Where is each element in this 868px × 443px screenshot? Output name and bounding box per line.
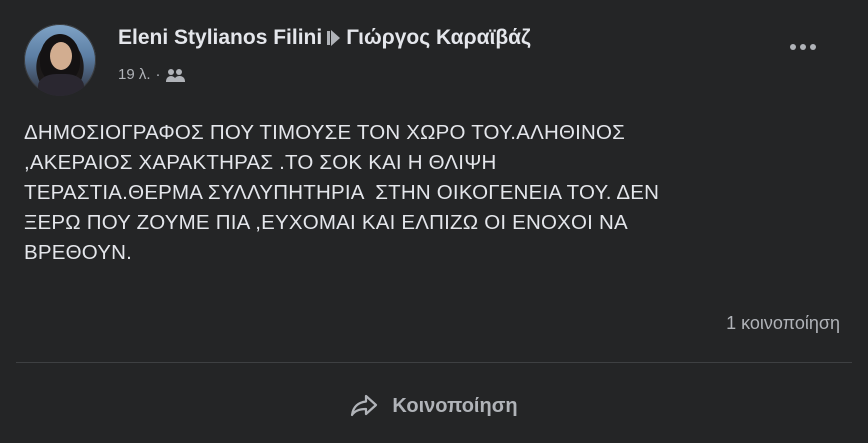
post-header: Eleni Stylianos Filini Γιώργος Καραϊβάζ xyxy=(118,26,531,50)
friends-icon[interactable] xyxy=(165,68,186,82)
post-text-line: ΤΕΡΑΣΤΙΑ.ΘΕΡΜΑ ΣΥΛΛΥΠΗΤΗΡΙΑ ΣΤΗΝ ΟΙΚΟΓΕΝ… xyxy=(24,181,660,204)
post-text-line: ΔΗΜΟΣΙΟΓΡΑΦΟΣ ΠΟΥ ΤΙΜΟΥΣΕ ΤΟΝ ΧΩΡΟ ΤΟΥ.Α… xyxy=(24,121,626,144)
share-button-label: Κοινοποίηση xyxy=(392,394,518,417)
avatar-shoulders xyxy=(38,74,84,96)
author-name-link[interactable]: Eleni Stylianos Filini xyxy=(118,26,322,50)
meta-separator: · xyxy=(155,66,161,83)
post-card: Eleni Stylianos Filini Γιώργος Καραϊβάζ … xyxy=(0,0,868,443)
post-timestamp-link[interactable]: 19 λ. xyxy=(118,66,151,83)
share-count-link[interactable]: 1 κοινοποίηση xyxy=(726,313,840,334)
post-meta: 19 λ. · xyxy=(118,66,186,83)
avatar-face xyxy=(50,42,72,70)
share-button[interactable]: Κοινοποίηση xyxy=(318,382,550,430)
post-text-line: ,ΑΚΕΡΑΙΟΣ ΧΑΡΑΚΤΗΡΑΣ .ΤΟ ΣΟΚ ΚΑΙ Η ΘΛΙΨΗ xyxy=(24,151,497,174)
triangle-right-icon xyxy=(327,30,341,46)
post-body-text: ΔΗΜΟΣΙΟΓΡΑΦΟΣ ΠΟΥ ΤΙΜΟΥΣΕ ΤΟΝ ΧΩΡΟ ΤΟΥ.Α… xyxy=(24,118,844,268)
post-text-line: ΞΕΡΩ ΠΟΥ ΖΟΥΜΕ ΠΙΑ ,ΕΥΧΟΜΑΙ ΚΑΙ ΕΛΠΙΖΩ Ο… xyxy=(24,211,628,234)
author-avatar[interactable] xyxy=(24,24,96,96)
more-options-icon[interactable] xyxy=(790,44,816,50)
actions-divider xyxy=(16,362,852,363)
recipient-name-link[interactable]: Γιώργος Καραϊβάζ xyxy=(346,26,531,50)
post-text-line: ΒΡΕΘΟΥΝ. xyxy=(24,241,133,264)
share-arrow-icon xyxy=(351,394,378,417)
